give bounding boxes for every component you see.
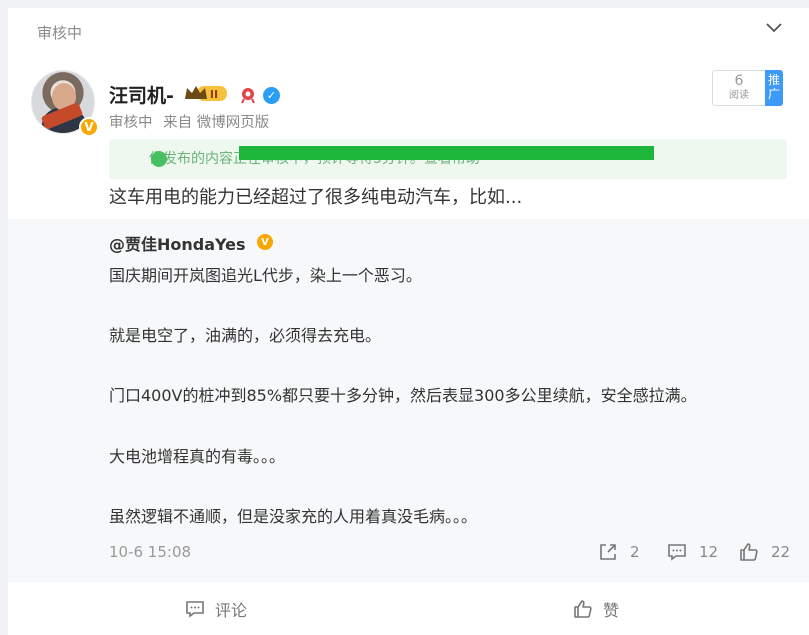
- repost-like-stat[interactable]: 22: [739, 541, 790, 563]
- comment-button[interactable]: 评论: [185, 597, 247, 621]
- promote-button[interactable]: 推广: [765, 70, 783, 106]
- like-count: 22: [771, 543, 791, 561]
- comment-icon: [186, 601, 204, 618]
- weibo-post-card: 审核中 V 汪司机- II ✓ 审核中 来自 微博网页版 6 阅读 推广 你发布…: [8, 8, 809, 635]
- read-count-value: 6: [734, 73, 744, 89]
- redaction-bar: [239, 146, 654, 160]
- like-button-label: 赞: [603, 601, 620, 620]
- thumbs-up-icon: [740, 543, 758, 561]
- thumbs-up-icon: [574, 600, 592, 618]
- comment-button-label: 评论: [215, 601, 248, 620]
- repost-share-stat[interactable]: 2: [598, 541, 640, 563]
- comment-count: 12: [699, 543, 719, 561]
- vip-level-text: II: [210, 88, 218, 101]
- chevron-down-icon[interactable]: [766, 22, 782, 34]
- repost-timestamp[interactable]: 10-6 15:08: [109, 543, 191, 561]
- post-header-bar: 审核中: [8, 8, 809, 54]
- share-icon: [600, 544, 616, 560]
- post-text: 这车用电的能力已经超过了很多纯电动汽车，比如...: [109, 187, 523, 208]
- verified-blue-icon[interactable]: ✓: [263, 87, 280, 104]
- author-name[interactable]: 汪司机-: [109, 81, 174, 108]
- post-footer: [8, 586, 809, 635]
- check-icon: [151, 151, 167, 167]
- verified-badge-icon: V: [79, 117, 99, 137]
- repost-verified-icon: V: [257, 234, 273, 250]
- post-source: 来自 微博网页版: [163, 115, 270, 131]
- repost-paragraph: 门口400V的桩冲到85%都只要十多分钟，然后表显300多公里续航，安全感拉满。: [109, 386, 697, 405]
- medal-icon[interactable]: [239, 86, 257, 104]
- repost-paragraph: 国庆期间开岚图追光L代步，染上一个恶习。: [109, 266, 422, 285]
- repost-paragraph: 就是电空了，油满的，必须得去充电。: [109, 326, 382, 345]
- read-count-label: 阅读: [729, 90, 749, 101]
- comment-icon: [668, 544, 686, 561]
- review-status-label: 审核中: [37, 24, 83, 42]
- repost-paragraph: 虽然逻辑不通顺，但是没家充的人用着真没毛病。。。: [109, 507, 478, 526]
- author-status: 审核中: [109, 115, 153, 131]
- repost-author[interactable]: @贾佳HondaYes: [109, 231, 246, 255]
- share-count: 2: [630, 543, 640, 561]
- like-button[interactable]: 赞: [573, 597, 619, 621]
- post-meta: 审核中 来自 微博网页版: [109, 111, 275, 132]
- repost-comment-stat[interactable]: 12: [667, 541, 718, 563]
- read-count-box: 6 阅读: [712, 70, 766, 106]
- repost-paragraph: 大电池增程真的有毒。。。: [109, 447, 286, 466]
- vip-crown-icon[interactable]: II: [183, 83, 229, 103]
